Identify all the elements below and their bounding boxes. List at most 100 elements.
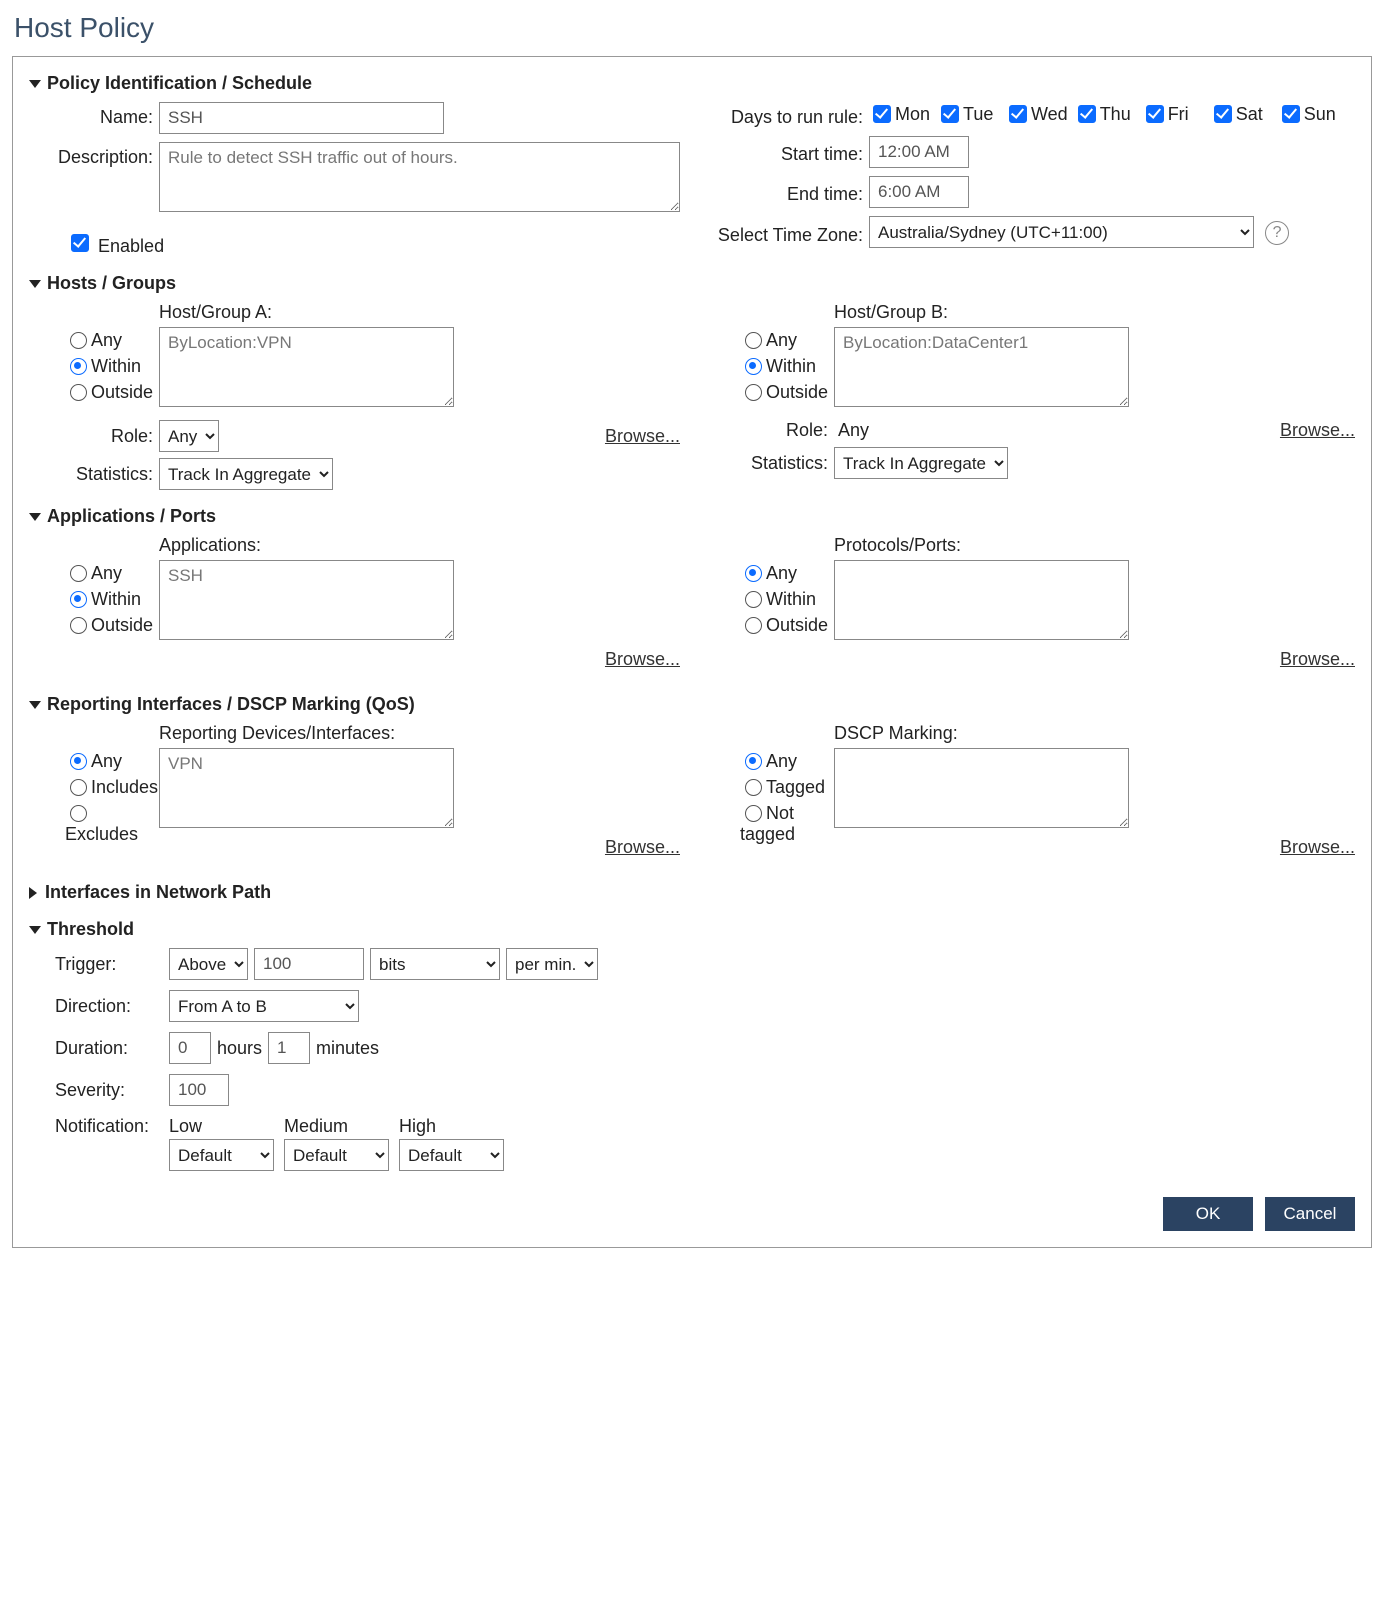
start-time-input[interactable] — [869, 136, 969, 168]
page-title: Host Policy — [14, 12, 1372, 44]
section-interfaces-path[interactable]: Interfaces in Network Path — [29, 882, 1355, 903]
notif-medium-select[interactable]: Default — [284, 1139, 389, 1171]
duration-hours-input[interactable] — [169, 1032, 211, 1064]
dscp-radio-nottagged-item[interactable]: Not tagged — [740, 802, 834, 845]
direction-label: Direction: — [29, 996, 169, 1017]
section-reporting[interactable]: Reporting Interfaces / DSCP Marking (QoS… — [29, 694, 1355, 715]
dscp-radio-tagged-item[interactable]: Tagged — [740, 776, 834, 798]
section-interfaces-path-label: Interfaces in Network Path — [45, 882, 271, 903]
notif-medium-label: Medium — [284, 1116, 389, 1137]
section-reporting-label: Reporting Interfaces / DSCP Marking (QoS… — [47, 694, 415, 715]
section-apps[interactable]: Applications / Ports — [29, 506, 1355, 527]
host-b-radio-within-item[interactable]: Within — [740, 355, 834, 377]
day-checkbox-tue[interactable] — [941, 105, 959, 123]
severity-input[interactable] — [169, 1074, 229, 1106]
cancel-button[interactable]: Cancel — [1265, 1197, 1355, 1231]
section-hosts[interactable]: Hosts / Groups — [29, 273, 1355, 294]
notif-low-label: Low — [169, 1116, 274, 1137]
host-b-radio-outside-item[interactable]: Outside — [740, 381, 834, 403]
host-a-browse-link[interactable]: Browse... — [605, 426, 680, 447]
dscp-browse-link[interactable]: Browse... — [1280, 837, 1355, 858]
day-item-thu[interactable]: Thu — [1074, 102, 1136, 126]
caret-down-icon — [29, 513, 41, 521]
rep-radio-excludes-item[interactable]: Excludes — [65, 802, 159, 845]
day-item-mon[interactable]: Mon — [869, 102, 931, 126]
protocols-label: Protocols/Ports: — [834, 535, 1355, 556]
duration-label: Duration: — [29, 1038, 169, 1059]
applications-label: Applications: — [159, 535, 680, 556]
day-item-tue[interactable]: Tue — [937, 102, 999, 126]
timezone-select[interactable]: Australia/Sydney (UTC+11:00) — [869, 216, 1254, 248]
host-group-a-textarea[interactable] — [159, 327, 454, 407]
caret-down-icon — [29, 701, 41, 709]
trigger-value-input[interactable] — [254, 948, 364, 980]
dscp-label: DSCP Marking: — [834, 723, 1355, 744]
name-input[interactable] — [159, 102, 444, 134]
day-label-thu: Thu — [1100, 104, 1131, 125]
host-a-radio-any-item[interactable]: Any — [65, 329, 159, 351]
rep-radio-any-item[interactable]: Any — [65, 750, 159, 772]
enabled-checkbox[interactable] — [71, 234, 89, 252]
description-label: Description: — [29, 142, 159, 168]
applications-browse-link[interactable]: Browse... — [605, 649, 680, 670]
rep-radio-includes-item[interactable]: Includes — [65, 776, 159, 798]
trigger-unit-select[interactable]: bits — [370, 948, 500, 980]
direction-select[interactable]: From A to B — [169, 990, 359, 1022]
day-checkbox-thu[interactable] — [1078, 105, 1096, 123]
notif-low-select[interactable]: Default — [169, 1139, 274, 1171]
reporting-devices-browse-link[interactable]: Browse... — [605, 837, 680, 858]
duration-minutes-input[interactable] — [268, 1032, 310, 1064]
policy-panel: Policy Identification / Schedule Name: D… — [12, 56, 1372, 1248]
section-apps-label: Applications / Ports — [47, 506, 216, 527]
section-policy-id[interactable]: Policy Identification / Schedule — [29, 73, 1355, 94]
dscp-textarea[interactable] — [834, 748, 1129, 828]
days-label: Days to run rule: — [704, 102, 869, 128]
host-a-radio-within-item[interactable]: Within — [65, 355, 159, 377]
host-a-role-select[interactable]: Any — [159, 420, 219, 452]
proto-radio-any-item[interactable]: Any — [740, 562, 834, 584]
day-checkbox-sun[interactable] — [1282, 105, 1300, 123]
trigger-per-select[interactable]: per min. — [506, 948, 598, 980]
trigger-compare-select[interactable]: Above — [169, 948, 248, 980]
host-group-b-textarea[interactable] — [834, 327, 1129, 407]
host-a-radio-outside-item[interactable]: Outside — [65, 381, 159, 403]
apps-radio-any-item[interactable]: Any — [65, 562, 159, 584]
day-label-sun: Sun — [1304, 104, 1336, 125]
apps-radio-within-item[interactable]: Within — [65, 588, 159, 610]
section-threshold-label: Threshold — [47, 919, 134, 940]
notif-high-label: High — [399, 1116, 504, 1137]
protocols-browse-link[interactable]: Browse... — [1280, 649, 1355, 670]
host-a-stats-select[interactable]: Track In Aggregate — [159, 458, 333, 490]
day-item-sun[interactable]: Sun — [1278, 102, 1340, 126]
host-b-stats-select[interactable]: Track In Aggregate — [834, 447, 1008, 479]
dscp-radio-any-item[interactable]: Any — [740, 750, 834, 772]
enabled-label: Enabled — [98, 236, 164, 256]
reporting-devices-textarea[interactable] — [159, 748, 454, 828]
day-item-wed[interactable]: Wed — [1005, 102, 1068, 126]
day-checkbox-mon[interactable] — [873, 105, 891, 123]
host-b-radio-any-item[interactable]: Any — [740, 329, 834, 351]
section-policy-id-label: Policy Identification / Schedule — [47, 73, 312, 94]
ok-button[interactable]: OK — [1163, 1197, 1253, 1231]
day-item-fri[interactable]: Fri — [1142, 102, 1204, 126]
day-checkbox-sat[interactable] — [1214, 105, 1232, 123]
host-b-stats-label: Statistics: — [704, 453, 834, 474]
day-checkbox-wed[interactable] — [1009, 105, 1027, 123]
section-hosts-label: Hosts / Groups — [47, 273, 176, 294]
host-a-stats-label: Statistics: — [29, 464, 159, 485]
applications-textarea[interactable] — [159, 560, 454, 640]
notification-label: Notification: — [29, 1116, 169, 1137]
description-textarea[interactable] — [159, 142, 680, 212]
help-icon[interactable]: ? — [1265, 221, 1289, 245]
caret-down-icon — [29, 80, 41, 88]
day-item-sat[interactable]: Sat — [1210, 102, 1272, 126]
day-checkbox-fri[interactable] — [1146, 105, 1164, 123]
apps-radio-outside-item[interactable]: Outside — [65, 614, 159, 636]
proto-radio-within-item[interactable]: Within — [740, 588, 834, 610]
protocols-textarea[interactable] — [834, 560, 1129, 640]
host-b-browse-link[interactable]: Browse... — [1280, 420, 1355, 441]
notif-high-select[interactable]: Default — [399, 1139, 504, 1171]
proto-radio-outside-item[interactable]: Outside — [740, 614, 834, 636]
end-time-input[interactable] — [869, 176, 969, 208]
section-threshold[interactable]: Threshold — [29, 919, 1355, 940]
